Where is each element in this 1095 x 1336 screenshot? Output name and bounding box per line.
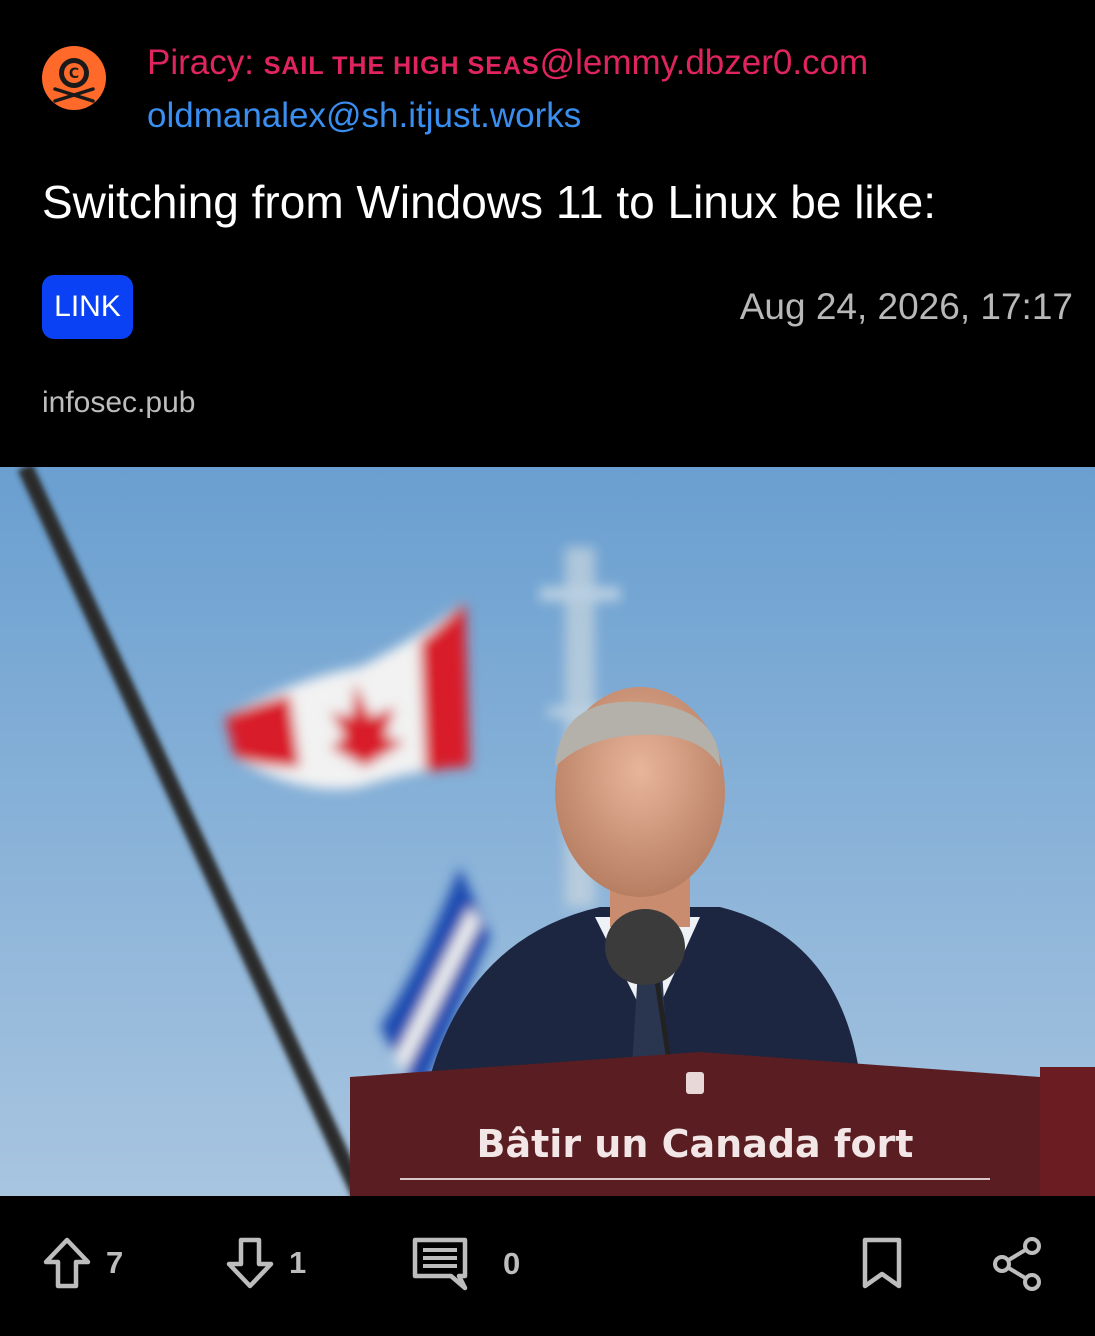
post-timestamp: Aug 24, 2026, 17:17 bbox=[739, 286, 1073, 327]
arrow-up-icon bbox=[43, 1237, 91, 1289]
link-type-badge: LINK bbox=[42, 275, 133, 339]
author-name[interactable]: oldmanalex@sh.itjust.works bbox=[147, 89, 868, 143]
post-action-bar: 7 1 0 bbox=[0, 1196, 1095, 1336]
svg-text:C: C bbox=[69, 66, 79, 82]
downvote-count: 1 bbox=[289, 1245, 307, 1280]
comment-count: 0 bbox=[503, 1246, 521, 1281]
comments-button[interactable]: 0 bbox=[411, 1236, 520, 1292]
upvote-button[interactable]: 7 bbox=[42, 1236, 123, 1290]
downvote-button[interactable]: 1 bbox=[225, 1236, 306, 1290]
bookmark-icon bbox=[862, 1237, 902, 1289]
community-instance: @lemmy.dbzer0.com bbox=[539, 43, 869, 82]
post-title[interactable]: Switching from Windows 11 to Linux be li… bbox=[42, 172, 936, 232]
post-domain[interactable]: infosec.pub bbox=[42, 386, 195, 420]
podium-text: Bâtir un Canada fort bbox=[477, 1122, 914, 1166]
podium-speaker-photo: Bâtir un Canada fort bbox=[0, 467, 1095, 1196]
community-avatar[interactable]: C bbox=[42, 46, 106, 110]
community-name-prefix: Piracy: bbox=[147, 43, 254, 82]
share-icon bbox=[993, 1237, 1041, 1291]
skull-crossbones-icon: C bbox=[53, 58, 95, 103]
author-username: oldmanalex bbox=[147, 96, 326, 135]
author-instance: @sh.itjust.works bbox=[326, 96, 582, 135]
post-header: C Piracy: Sail the High Seas@lemmy.dbzer… bbox=[42, 40, 868, 143]
community-name[interactable]: Piracy: Sail the High Seas@lemmy.dbzer0.… bbox=[147, 40, 868, 89]
share-button[interactable] bbox=[990, 1236, 1044, 1292]
post-card: C Piracy: Sail the High Seas@lemmy.dbzer… bbox=[0, 0, 1095, 1336]
arrow-down-icon bbox=[226, 1237, 274, 1289]
upvote-count: 7 bbox=[106, 1245, 124, 1280]
post-image[interactable]: Bâtir un Canada fort bbox=[0, 467, 1095, 1196]
community-name-title: Sail the High Seas bbox=[263, 52, 540, 80]
save-button[interactable] bbox=[860, 1236, 904, 1290]
comment-icon bbox=[412, 1237, 468, 1291]
